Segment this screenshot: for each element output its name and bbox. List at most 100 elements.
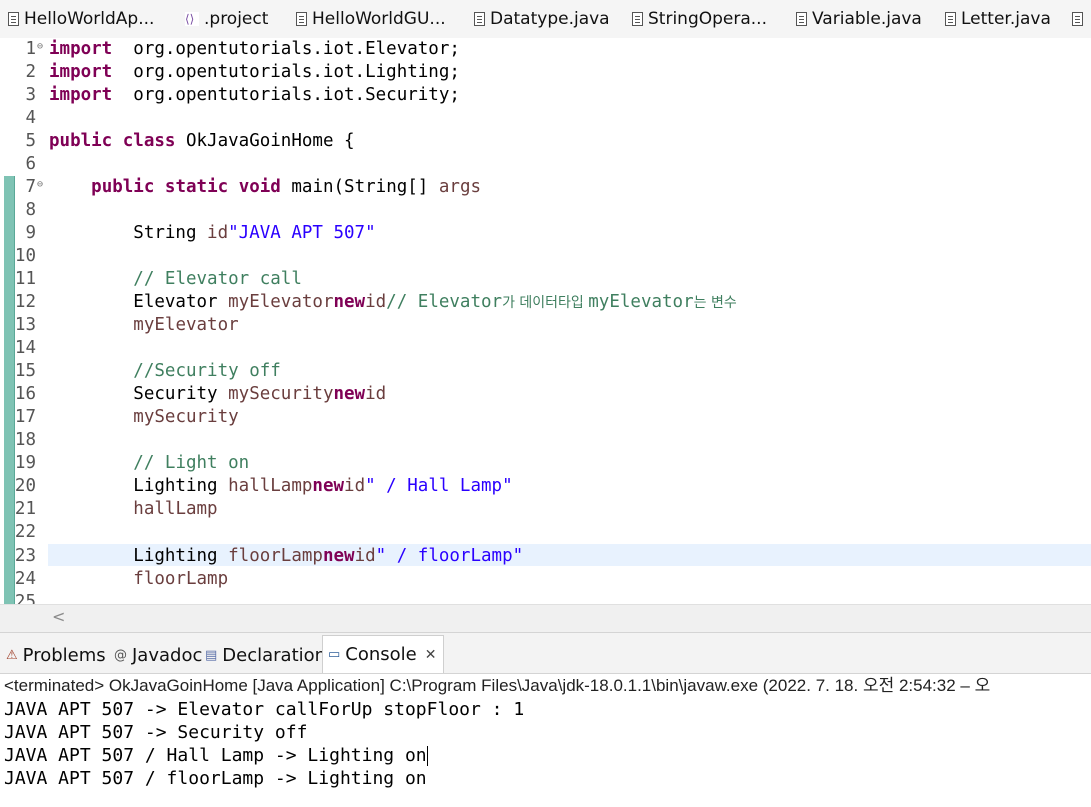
code-line[interactable]: 9 String id"JAVA APT 507" <box>0 222 1091 245</box>
code-line[interactable]: 25 <box>0 591 1091 604</box>
code-line[interactable]: 14 <box>0 337 1091 360</box>
code-token: Security <box>49 384 229 404</box>
code-token: String <box>49 223 208 243</box>
tab-project[interactable]: ⟨⟩ .project <box>185 6 268 32</box>
code-line[interactable]: 19 // Light on <box>0 452 1091 475</box>
code-line[interactable]: 24 floorLamp <box>0 568 1091 591</box>
console-status: <terminated> OkJavaGoinHome [Java Applic… <box>4 676 991 695</box>
code-token-var: floorLamp <box>133 569 229 589</box>
java-file-icon <box>945 12 956 26</box>
fold-toggle-icon[interactable]: ⊖ <box>37 173 43 196</box>
code-token-str: " / Hall Lamp" <box>365 476 513 496</box>
tab-datatype[interactable]: Datatype.java <box>474 6 610 32</box>
code-line[interactable]: 11 // Elevator call <box>0 268 1091 291</box>
tab-helloworldapp[interactable]: HelloWorldAp... <box>8 6 154 32</box>
tab-console[interactable]: ▭ Console ✕ <box>322 635 444 673</box>
code-text: Elevator myElevatornewid// Elevator가 데이터… <box>49 291 737 315</box>
console-output-line: JAVA APT 507 / Hall Lamp -> Lighting on <box>4 744 428 767</box>
code-editor[interactable]: 1 ⊖ import org.opentutorials.iot.Elevator;… <box>0 38 1091 604</box>
tab-label: Console <box>345 644 417 665</box>
code-token-var: id <box>207 223 229 243</box>
line-number: 12 <box>14 292 36 312</box>
code-line[interactable]: 7 ⊖ public static void main(String[] args <box>0 176 1091 199</box>
tab-label: Datatype.java <box>490 9 610 29</box>
code-token-str: "JAVA APT 507" <box>228 223 376 243</box>
code-line[interactable]: 4 <box>0 107 1091 130</box>
code-token-cmkr: 는 변수 <box>693 295 737 311</box>
code-token: Lighting <box>49 476 229 496</box>
code-token-str: " / floorLamp" <box>375 546 524 566</box>
scroll-left-icon[interactable]: < <box>52 607 65 626</box>
code-token-var: mySecurity <box>133 407 239 427</box>
code-token: OkJavaGoinHome { <box>175 131 355 151</box>
code-token: Elevator <box>49 292 229 312</box>
code-token-kw: new <box>333 292 366 312</box>
code-line[interactable]: 21 hallLamp <box>0 498 1091 521</box>
console-view[interactable]: <terminated> OkJavaGoinHome [Java Applic… <box>0 674 1091 807</box>
code-token-kw: void <box>238 177 281 197</box>
code-line[interactable]: 5 public class OkJavaGoinHome { <box>0 130 1091 153</box>
code-line[interactable]: 12 Elevator myElevatornewid// Elevator가 … <box>0 291 1091 314</box>
line-number: 7 <box>25 177 36 197</box>
console-output-line: JAVA APT 507 -> Security off <box>4 722 308 743</box>
tab-problems[interactable]: ⚠ Problems <box>6 640 106 670</box>
text-cursor <box>426 746 428 766</box>
code-line[interactable]: 22 <box>0 521 1091 544</box>
line-number: 10 <box>14 246 36 266</box>
java-file-icon <box>796 12 807 26</box>
code-text: import org.opentutorials.iot.Elevator; <box>49 38 460 61</box>
line-number: 17 <box>14 407 36 427</box>
code-line[interactable]: 13 myElevator <box>0 314 1091 337</box>
tab-label: .project <box>204 9 269 29</box>
code-token-cm: // Light on <box>133 453 250 473</box>
code-line[interactable]: 16 Security mySecuritynewid <box>0 383 1091 406</box>
code-line[interactable]: 17 mySecurity <box>0 406 1091 429</box>
tab-overflow[interactable] <box>1072 6 1088 32</box>
code-line[interactable]: 1 ⊖ import org.opentutorials.iot.Elevator; <box>0 38 1091 61</box>
tab-declaration[interactable]: ▤ Declaration <box>205 640 326 670</box>
tab-letter[interactable]: Letter.java <box>945 6 1051 32</box>
code-token-cm: //Security off <box>133 361 281 381</box>
tab-helloworldgui[interactable]: HelloWorldGU... <box>296 6 446 32</box>
code-line[interactable]: 3 import org.opentutorials.iot.Security; <box>0 84 1091 107</box>
code-line[interactable]: 10 <box>0 245 1091 268</box>
tab-variable[interactable]: Variable.java <box>796 6 922 32</box>
tab-label: Letter.java <box>961 9 1051 29</box>
code-text: // Light on <box>49 452 249 475</box>
code-line[interactable]: 20 Lighting hallLampnewid" / Hall Lamp" <box>0 475 1091 498</box>
code-token-kw: static <box>164 177 229 197</box>
code-line[interactable]: 18 <box>0 429 1091 452</box>
console-output-text: JAVA APT 507 / Hall Lamp -> Lighting on <box>4 745 427 766</box>
tab-label: HelloWorldAp... <box>24 9 155 29</box>
tab-javadoc[interactable]: @ Javadoc <box>114 640 202 670</box>
code-line[interactable]: 6 <box>0 153 1091 176</box>
line-number: 5 <box>25 131 36 151</box>
java-file-icon <box>1072 12 1083 26</box>
code-token-kw: new <box>322 546 355 566</box>
code-token-var: id <box>354 546 376 566</box>
horizontal-scrollbar[interactable]: < <box>0 604 1091 633</box>
close-icon[interactable]: ✕ <box>425 647 437 663</box>
code-token-var: myElevator <box>228 292 334 312</box>
line-number: 11 <box>14 269 36 289</box>
code-text: Lighting hallLampnewid" / Hall Lamp" <box>49 475 513 498</box>
line-number: 14 <box>14 338 36 358</box>
code-line[interactable]: 15 //Security off <box>0 360 1091 383</box>
code-line[interactable]: 23 Lighting floorLampnewid" / floorLamp" <box>0 545 1091 568</box>
fold-toggle-icon[interactable]: ⊖ <box>37 38 43 58</box>
code-token-kw: new <box>333 384 366 404</box>
code-token-kw: class <box>122 131 176 151</box>
code-line[interactable]: 2 import org.opentutorials.iot.Lighting; <box>0 61 1091 84</box>
tab-stringoperation[interactable]: StringOpera... <box>632 6 767 32</box>
line-number: 3 <box>25 85 36 105</box>
code-text: import org.opentutorials.iot.Security; <box>49 84 460 107</box>
code-text: floorLamp <box>49 568 228 591</box>
code-line[interactable]: 8 <box>0 199 1091 222</box>
tab-label: HelloWorldGU... <box>312 9 446 29</box>
code-token-cm: // Elevator <box>386 292 503 312</box>
code-text: // Elevator call <box>49 268 302 291</box>
